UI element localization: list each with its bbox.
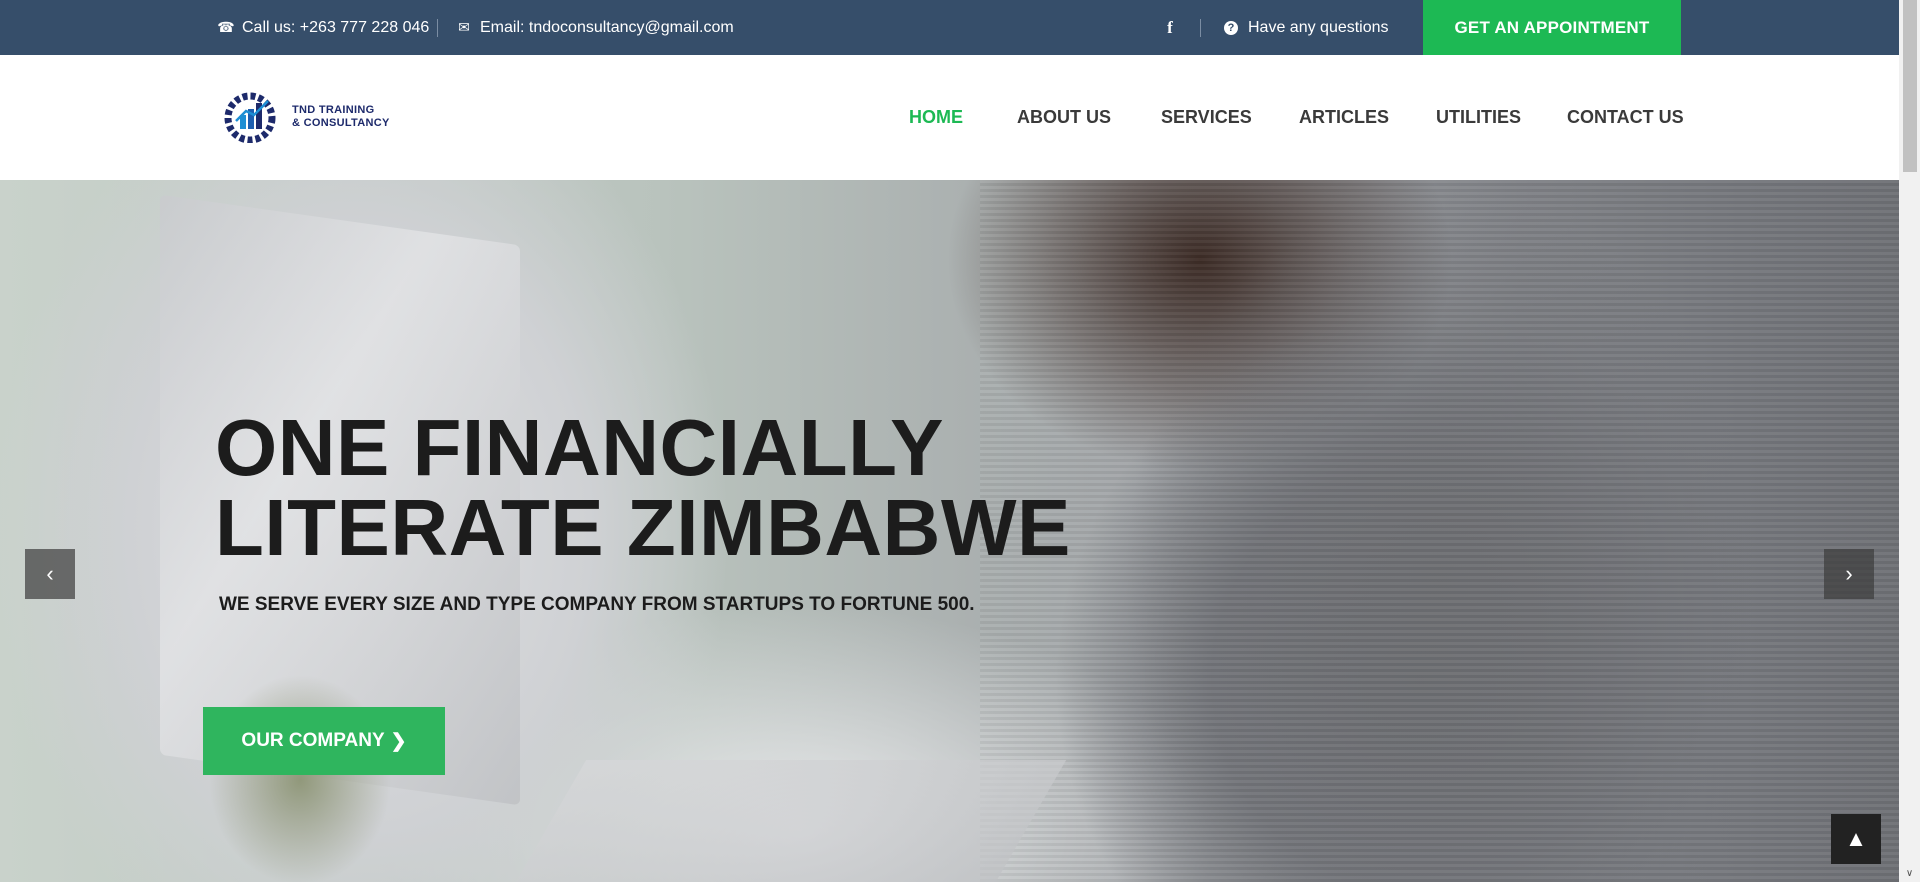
hero-title-line-1: ONE FINANCIALLY — [215, 403, 945, 492]
call-info[interactable]: ☎ Call us: +263 777 228 046 — [217, 0, 430, 55]
hero-subtitle: WE SERVE EVERY SIZE AND TYPE COMPANY FRO… — [219, 594, 975, 615]
main-nav: HOME ABOUT US SERVICES ARTICLES UTILITIE… — [0, 55, 1899, 180]
nav-articles[interactable]: ARTICLES — [1299, 107, 1389, 128]
call-text: Call us: +263 777 228 046 — [242, 18, 430, 36]
hero-image-person — [980, 180, 1899, 882]
email-text: Email: tndoconsultancy@gmail.com — [480, 18, 734, 36]
question-circle-icon: ? — [1224, 20, 1238, 35]
back-to-top-button[interactable]: ▲ — [1831, 814, 1881, 864]
top-bar: ☎ Call us: +263 777 228 046 ✉ Email: tnd… — [0, 0, 1899, 55]
questions-link[interactable]: ? Have any questions — [1224, 0, 1389, 55]
site-header: TND TRAINING & CONSULTANCY HOME ABOUT US… — [0, 55, 1899, 180]
nav-contact-us[interactable]: CONTACT US — [1567, 107, 1684, 128]
chevron-left-icon: ‹ — [46, 561, 54, 586]
nav-about-us[interactable]: ABOUT US — [1017, 107, 1111, 128]
chevron-right-icon: › — [1845, 561, 1853, 586]
questions-text: Have any questions — [1248, 18, 1389, 36]
divider — [437, 19, 438, 37]
nav-utilities[interactable]: UTILITIES — [1436, 107, 1521, 128]
get-appointment-button[interactable]: GET AN APPOINTMENT — [1423, 0, 1681, 55]
hero-title-line-2: LITERATE ZIMBABWE — [215, 483, 1071, 572]
hero-slider: ONE FINANCIALLY LITERATE ZIMBABWE WE SER… — [0, 180, 1899, 882]
slider-prev-button[interactable]: ‹ — [25, 549, 75, 599]
chevron-up-icon: ▲ — [1845, 826, 1867, 851]
our-company-label: OUR COMPANY — [241, 730, 385, 751]
hero-title: ONE FINANCIALLY LITERATE ZIMBABWE — [215, 408, 1071, 568]
envelope-icon: ✉ — [458, 19, 470, 35]
nav-services[interactable]: SERVICES — [1161, 107, 1252, 128]
our-company-button[interactable]: OUR COMPANY ❯ — [203, 707, 445, 775]
scroll-down-arrow-icon[interactable]: ∨ — [1899, 864, 1920, 882]
hero-image-keyboard — [493, 760, 1067, 882]
slider-next-button[interactable]: › — [1824, 549, 1874, 599]
facebook-icon[interactable]: f — [1160, 0, 1180, 55]
divider — [1200, 19, 1201, 37]
nav-home[interactable]: HOME — [909, 107, 963, 128]
email-info[interactable]: ✉ Email: tndoconsultancy@gmail.com — [456, 0, 734, 55]
phone-icon: ☎ — [217, 19, 235, 35]
chevron-right-icon: ❯ — [390, 730, 407, 752]
scrollbar-thumb[interactable] — [1903, 0, 1917, 172]
